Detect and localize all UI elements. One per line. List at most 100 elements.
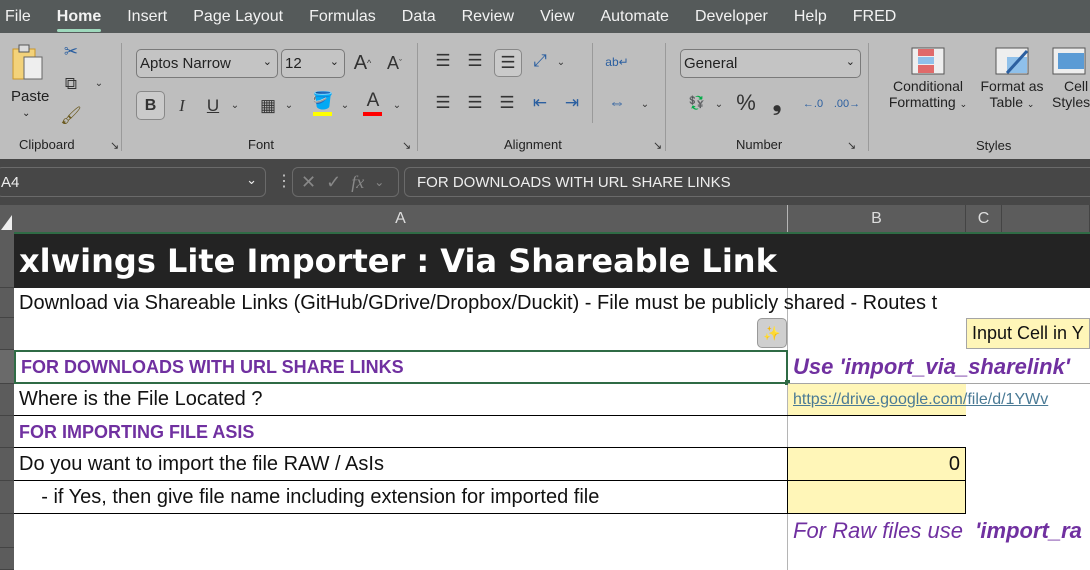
- orientation-dropdown-icon[interactable]: ⌄: [554, 53, 568, 71]
- name-box-value: A4: [1, 174, 20, 191]
- paste-dropdown-icon[interactable]: ⌄: [22, 108, 30, 119]
- insert-function-icon[interactable]: fx: [351, 172, 364, 193]
- cell-a8[interactable]: - if Yes, then give file name including …: [14, 481, 788, 514]
- borders-dropdown-icon[interactable]: ⌄: [282, 95, 296, 115]
- font-color-button[interactable]: A: [362, 90, 384, 117]
- underline-button[interactable]: U: [203, 93, 223, 118]
- cancel-icon[interactable]: ✕: [301, 172, 316, 193]
- conditional-formatting-button[interactable]: Conditional Formatting ⌄: [880, 47, 976, 127]
- font-size-select[interactable]: 12 ⌄: [281, 49, 345, 78]
- decrease-font-size-icon[interactable]: Aˇ: [382, 51, 407, 75]
- menu-page-layout[interactable]: Page Layout: [193, 8, 283, 26]
- increase-indent-icon[interactable]: ⇥: [559, 91, 585, 115]
- font-color-icon: A: [366, 90, 380, 111]
- bold-button[interactable]: B: [136, 91, 165, 120]
- bottom-align-icon[interactable]: ☰: [494, 49, 522, 77]
- font-name-select[interactable]: Aptos Narrow ⌄: [136, 49, 278, 78]
- cell-b4[interactable]: Use 'import_via_sharelink': [788, 350, 1070, 384]
- formula-input[interactable]: FOR DOWNLOADS WITH URL SHARE LINKS: [404, 167, 1090, 197]
- row-header[interactable]: [0, 548, 14, 570]
- orientation-icon[interactable]: ⤢: [528, 49, 552, 73]
- menu-automate[interactable]: Automate: [600, 8, 668, 26]
- row-header[interactable]: [0, 481, 14, 514]
- cell-a5[interactable]: Where is the File Located ?: [14, 384, 788, 416]
- row-header[interactable]: [0, 514, 14, 548]
- row-header[interactable]: [0, 318, 14, 350]
- cell-c3[interactable]: Input Cell in Y: [966, 318, 1090, 349]
- italic-button[interactable]: I: [172, 93, 192, 118]
- format-painter-icon[interactable]: 🖌: [60, 105, 82, 127]
- chevron-down-icon: ⌄: [262, 56, 272, 68]
- cell-a1-title[interactable]: xlwings Lite Importer : Via Shareable Li…: [14, 234, 777, 288]
- cell-a7[interactable]: Do you want to import the file RAW / AsI…: [14, 448, 788, 481]
- increase-font-size-icon[interactable]: A ^: [350, 51, 375, 75]
- cell-b7-input[interactable]: 0: [788, 448, 966, 481]
- cell-b9[interactable]: For Raw files use 'import_ra: [788, 514, 1082, 548]
- borders-icon[interactable]: ▦: [256, 93, 280, 118]
- enter-icon[interactable]: ✓: [326, 172, 341, 193]
- menu-formulas[interactable]: Formulas: [309, 8, 376, 26]
- select-all-button[interactable]: [0, 205, 14, 232]
- paste-icon[interactable]: [10, 43, 46, 83]
- row-header[interactable]: [0, 384, 14, 416]
- format-as-table-button[interactable]: Format as Table ⌄: [976, 47, 1048, 127]
- menu-review[interactable]: Review: [462, 8, 514, 26]
- increase-decimal-icon[interactable]: ←.0: [800, 91, 826, 117]
- align-right-icon[interactable]: ☰: [494, 91, 520, 115]
- accounting-dropdown-icon[interactable]: ⌄: [712, 95, 726, 113]
- row-header[interactable]: [0, 350, 14, 384]
- number-format-select[interactable]: General ⌄: [680, 49, 861, 78]
- row-header[interactable]: [0, 232, 14, 288]
- row-header[interactable]: [0, 448, 14, 481]
- paste-button[interactable]: Paste: [11, 88, 49, 105]
- clipboard-launcher-icon[interactable]: ↘: [110, 139, 119, 152]
- copy-icon[interactable]: ⧉: [60, 73, 82, 95]
- menu-insert[interactable]: Insert: [127, 8, 167, 26]
- percent-style-button[interactable]: %: [733, 89, 759, 117]
- decrease-indent-icon[interactable]: ⇤: [527, 91, 553, 115]
- comma-style-button[interactable]: ❟: [767, 89, 787, 117]
- wrap-text-icon[interactable]: ab↵: [604, 49, 630, 75]
- menu-file[interactable]: File: [5, 8, 31, 26]
- cell-a6[interactable]: FOR IMPORTING FILE ASIS: [14, 416, 254, 448]
- cell-b5-link[interactable]: https://drive.google.com/file/d/1YWv: [788, 384, 1048, 416]
- menu-developer[interactable]: Developer: [695, 8, 768, 26]
- more-options-icon[interactable]: ⋮: [276, 171, 292, 191]
- column-header-b[interactable]: B: [788, 205, 966, 232]
- column-header-d[interactable]: [1002, 205, 1090, 232]
- column-header-a[interactable]: A: [14, 205, 788, 232]
- cell-b8-input[interactable]: [788, 481, 966, 514]
- row-header[interactable]: [0, 416, 14, 448]
- menu-fred[interactable]: FRED: [853, 8, 897, 26]
- row-header[interactable]: [0, 288, 14, 318]
- top-align-icon[interactable]: ☰: [430, 49, 456, 73]
- menu-home[interactable]: Home: [56, 8, 102, 32]
- font-launcher-icon[interactable]: ↘: [402, 139, 411, 152]
- decrease-decimal-icon[interactable]: .00→: [834, 91, 860, 117]
- cell-a2[interactable]: Download via Shareable Links (GitHub/GDr…: [14, 288, 937, 318]
- alignment-launcher-icon[interactable]: ↘: [653, 139, 662, 152]
- underline-dropdown-icon[interactable]: ⌄: [228, 95, 242, 115]
- cell-a4-selected[interactable]: FOR DOWNLOADS WITH URL SHARE LINKS: [14, 350, 788, 384]
- menu-data[interactable]: Data: [402, 8, 436, 26]
- copy-dropdown-icon[interactable]: ⌄: [92, 75, 106, 91]
- name-box[interactable]: A4 ⌄: [0, 167, 266, 197]
- middle-align-icon[interactable]: ☰: [462, 49, 488, 73]
- menu-view[interactable]: View: [540, 8, 574, 26]
- chevron-down-icon[interactable]: ⌄: [374, 175, 384, 189]
- number-group-label: Number: [736, 137, 783, 152]
- merge-dropdown-icon[interactable]: ⌄: [638, 95, 652, 113]
- number-launcher-icon[interactable]: ↘: [847, 139, 856, 152]
- fill-color-dropdown-icon[interactable]: ⌄: [338, 95, 352, 115]
- accounting-format-icon[interactable]: 💱: [684, 91, 710, 115]
- menu-help[interactable]: Help: [794, 8, 827, 26]
- column-header-c[interactable]: C: [966, 205, 1002, 232]
- cut-icon[interactable]: ✂: [60, 41, 82, 63]
- cell-styles-button[interactable]: Cell Styles: [1052, 47, 1090, 127]
- align-left-icon[interactable]: ☰: [430, 91, 456, 115]
- fill-color-button[interactable]: 🪣: [312, 91, 334, 117]
- merge-center-icon[interactable]: ⇔: [604, 91, 630, 115]
- font-color-dropdown-icon[interactable]: ⌄: [390, 95, 404, 115]
- quick-analysis-icon[interactable]: ✨: [757, 318, 787, 348]
- align-center-icon[interactable]: ☰: [462, 91, 488, 115]
